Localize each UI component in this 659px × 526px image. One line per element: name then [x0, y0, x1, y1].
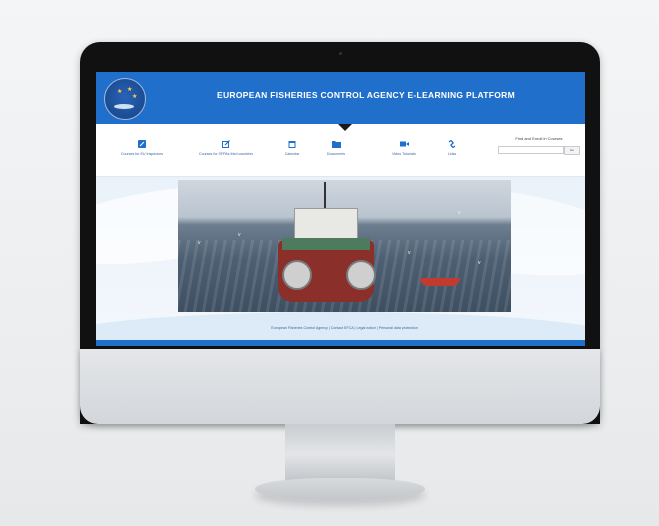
star-icon: ★ [117, 89, 123, 95]
course-search-button[interactable]: Go [564, 146, 580, 155]
course-search-input[interactable] [498, 146, 564, 154]
seagull-icon: v [478, 260, 481, 266]
nav-item-label: Documents [326, 152, 346, 156]
nav-item-documents[interactable]: Documents [306, 140, 366, 156]
hero-image-fishing-vessel: v v v v v [178, 180, 511, 312]
nav-item-label: Courses for SFPAs third countries [198, 152, 254, 156]
seagull-icon: v [458, 210, 461, 216]
find-courses-label: Find and Enroll in Courses [515, 136, 563, 141]
net-reel [282, 260, 312, 290]
fish-icon [114, 104, 134, 109]
active-nav-pointer [338, 124, 352, 131]
efca-logo-icon[interactable]: ★ ★ ★ [104, 78, 146, 120]
monitor-chin [80, 349, 600, 424]
footer-bar [96, 340, 585, 346]
star-icon: ★ [127, 87, 133, 93]
seagull-icon: v [198, 240, 201, 246]
camera-icon [339, 52, 342, 55]
nav-item-courses-eu-inspectors[interactable]: Courses for EU Inspectors [112, 140, 172, 156]
folder-icon [331, 140, 341, 148]
pencil-square-icon [222, 140, 231, 148]
star-icon: ★ [132, 94, 138, 100]
nav-item-links[interactable]: Links [422, 139, 482, 156]
nav-item-courses-sfpas[interactable]: Courses for SFPAs third countries [196, 140, 256, 156]
seagull-icon: v [408, 250, 411, 256]
nav-item-label: Links [447, 152, 457, 156]
monitor-stand-neck [285, 424, 395, 484]
inspection-boat [420, 278, 460, 286]
link-icon [448, 139, 457, 149]
net-reel [346, 260, 376, 290]
seagull-icon: v [238, 232, 241, 238]
vessel-deck [282, 238, 370, 250]
screen: ★ ★ ★ EUROPEAN FISHERIES CONTROL AGENCY … [96, 72, 585, 346]
site-header: ★ ★ ★ EUROPEAN FISHERIES CONTROL AGENCY … [96, 72, 585, 124]
nav-item-label: Courses for EU Inspectors [120, 152, 164, 156]
monitor-stand-foot [255, 478, 425, 500]
edit-square-icon [138, 140, 147, 148]
calendar-icon [288, 140, 297, 148]
video-camera-icon [399, 140, 409, 148]
footer-links[interactable]: European Fisheries Control Agency | Cont… [178, 326, 511, 330]
site-title: EUROPEAN FISHERIES CONTROL AGENCY E-LEAR… [217, 90, 515, 100]
